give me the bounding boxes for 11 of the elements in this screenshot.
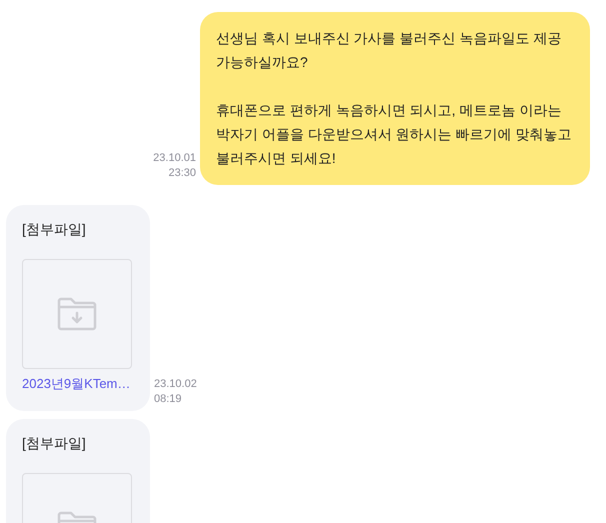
folder-download-icon — [57, 297, 97, 331]
message-time: 23:30 — [167, 166, 196, 181]
attachment-label: [첨부파일] — [22, 434, 87, 453]
message-text: 휴대폰으로 편하게 녹음하시면 되시고, 메트로놈 이라는 박자기 어플을 다운받으셔서 원하시는 빠르기에 맞춰놓고 불러주시면 되세요! — [216, 101, 572, 168]
message-date: 23.10.01 — [153, 151, 196, 166]
attachment-label: [첨부파일] — [22, 220, 87, 239]
message-text: 선생님 혹시 보내주신 가사를 불러주신 녹음파일도 제공 가능하실까요? — [216, 29, 562, 72]
file-link[interactable]: 2023년9월KTem… — [22, 375, 134, 393]
message-date: 23.10.02 — [154, 377, 197, 392]
message-time: 08:19 — [154, 392, 183, 407]
file-thumbnail[interactable] — [22, 259, 132, 369]
